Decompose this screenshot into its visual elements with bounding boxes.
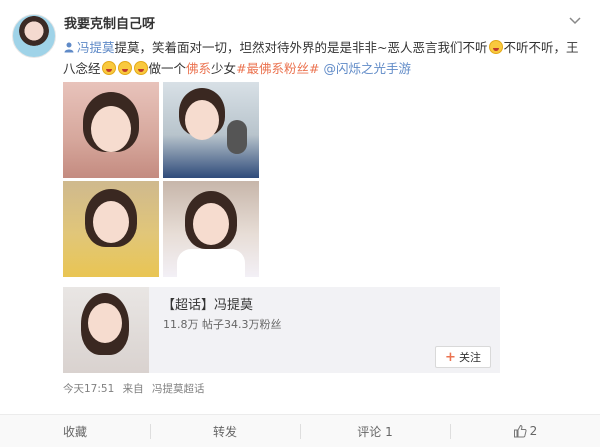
post-time[interactable]: 今天17:51 bbox=[63, 383, 114, 395]
laughing-emoji-icon bbox=[488, 40, 503, 54]
supertopic-thumbnail bbox=[63, 287, 149, 373]
person-icon bbox=[64, 42, 74, 53]
photo-4[interactable] bbox=[163, 181, 259, 277]
mention-link[interactable]: 冯提莫 bbox=[63, 40, 115, 55]
source-link[interactable]: 冯提莫超话 bbox=[152, 383, 205, 395]
supertopic-card[interactable]: 【超话】冯提莫 11.8万 帖子34.3万粉丝 + 关注 bbox=[63, 287, 500, 373]
post-text-part3: 做一个 bbox=[148, 61, 187, 76]
username[interactable]: 我要克制自己呀 bbox=[64, 13, 155, 32]
action-bar: 收藏 转发 评论 1 2 bbox=[0, 414, 600, 447]
comment-label: 评论 1 bbox=[357, 424, 393, 439]
source-prefix: 来自 bbox=[122, 383, 144, 395]
laughing-emoji-icon bbox=[101, 61, 116, 75]
photo-2[interactable] bbox=[163, 82, 259, 178]
plus-icon: + bbox=[445, 349, 456, 365]
laughing-emoji-icon bbox=[133, 61, 148, 75]
chevron-down-icon[interactable] bbox=[568, 14, 582, 28]
comment-button[interactable]: 评论 1 bbox=[300, 415, 450, 447]
follow-button[interactable]: + 关注 bbox=[435, 346, 491, 368]
avatar[interactable] bbox=[12, 14, 56, 58]
favorite-button[interactable]: 收藏 bbox=[0, 415, 150, 447]
like-count: 2 bbox=[529, 424, 538, 438]
like-button[interactable]: 2 bbox=[450, 415, 600, 447]
post-text: 冯提莫提莫，笑着面对一切，坦然对待外界的是是非非~恶人恶言我们不听 不听不听，王八… bbox=[63, 37, 583, 79]
post-text-part1: 提莫，笑着面对一切，坦然对待外界的是是非非~恶人恶言我们不听 bbox=[114, 40, 488, 55]
supertopic-title[interactable]: 【超话】冯提莫 bbox=[162, 294, 253, 313]
repost-button[interactable]: 转发 bbox=[150, 415, 300, 447]
thumbs-up-icon bbox=[513, 424, 527, 438]
follow-label: 关注 bbox=[458, 351, 481, 364]
keyword-link[interactable]: 佛系 bbox=[186, 61, 211, 76]
photo-3[interactable] bbox=[63, 181, 159, 277]
supertopic-stats: 11.8万 帖子34.3万粉丝 bbox=[163, 318, 282, 331]
game-link[interactable]: @闪烁之光手游 bbox=[324, 61, 412, 76]
post-meta: 今天17:51 来自 冯提莫超话 bbox=[63, 381, 209, 396]
post-text-part4: 少女 bbox=[211, 61, 237, 76]
photo-1[interactable] bbox=[63, 82, 159, 178]
mention-name: 冯提莫 bbox=[77, 40, 115, 55]
laughing-emoji-icon bbox=[117, 61, 132, 75]
repost-label: 转发 bbox=[212, 424, 237, 439]
hashtag-link[interactable]: #最佛系粉丝# bbox=[236, 61, 319, 76]
favorite-label: 收藏 bbox=[62, 424, 87, 439]
